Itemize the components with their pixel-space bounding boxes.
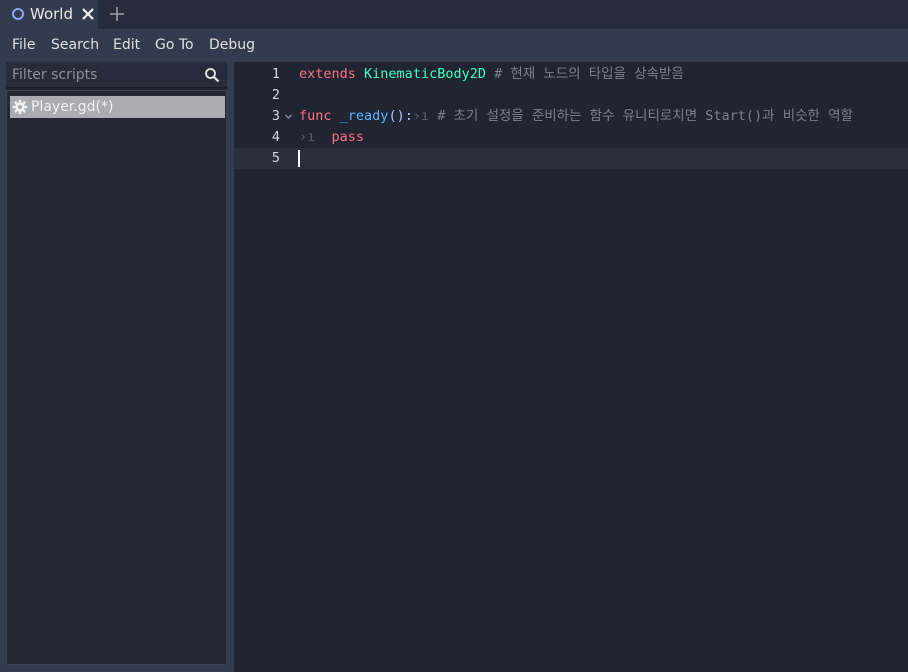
menu-search[interactable]: Search [51, 37, 99, 54]
line-number: 4 [271, 129, 280, 145]
code-line-2[interactable]: 2 [234, 85, 908, 106]
code-line-1[interactable]: 1 extends KinematicBody2D # 현재 노드의 타입을 상… [234, 64, 908, 85]
menu-bar: File Search Edit Go To Debug [0, 29, 908, 62]
scripts-panel: Player.gd(*) [6, 62, 227, 665]
code-text: extends KinematicBody2D # 현재 노드의 타입을 상속받… [299, 64, 684, 85]
script-list-item[interactable]: Player.gd(*) [10, 96, 225, 118]
keyword-extends: extends [299, 66, 356, 82]
menu-goto[interactable]: Go To [155, 37, 194, 54]
line-number: 1 [271, 66, 280, 82]
code-text: ›ı pass [299, 127, 364, 148]
code-text: func _ready():›ı # 초기 설정을 준비하는 함수 유니티로치면… [299, 106, 853, 127]
text-caret [298, 150, 300, 167]
code-line-3[interactable]: 3 func _ready():›ı # 초기 설정을 준비하는 함수 유니티로… [234, 106, 908, 127]
menu-debug[interactable]: Debug [209, 37, 255, 54]
gear-icon [12, 99, 28, 115]
menu-file[interactable]: File [12, 37, 35, 54]
function-name: _ready [339, 108, 389, 124]
scene-tab-bar: World [0, 0, 908, 29]
line-number: 5 [271, 150, 280, 166]
search-icon[interactable] [204, 67, 220, 83]
script-name: Player.gd(*) [31, 99, 114, 115]
code-line-5[interactable]: 5 [234, 148, 908, 169]
keyword-pass: pass [331, 129, 365, 145]
tab-marker-icon: ›ı [412, 108, 430, 124]
class-name: KinematicBody2D [364, 66, 486, 82]
filter-scripts-input[interactable] [6, 62, 202, 87]
line-number: 2 [271, 87, 280, 103]
tab-marker-icon: ›ı [299, 129, 316, 145]
add-tab-icon[interactable] [108, 5, 126, 23]
comment: # 초기 설정을 준비하는 함수 유니티로치면 Start()과 비슷한 역할 [437, 108, 853, 124]
line-number: 3 [271, 108, 280, 124]
tab-world[interactable]: World [0, 0, 98, 29]
fold-chevron-icon[interactable] [284, 112, 293, 121]
code-line-4[interactable]: 4 ›ı pass [234, 127, 908, 148]
node-circle-icon [12, 8, 24, 20]
menu-edit[interactable]: Edit [113, 37, 140, 54]
close-icon[interactable] [80, 6, 96, 22]
comment: # 현재 노드의 타입을 상속받음 [494, 66, 684, 82]
keyword-func: func [299, 108, 332, 124]
tab-label: World [30, 5, 73, 23]
script-list: Player.gd(*) [6, 90, 227, 665]
code-editor[interactable]: 1 extends KinematicBody2D # 현재 노드의 타입을 상… [234, 62, 908, 672]
function-parens: (): [388, 108, 413, 124]
filter-bar [6, 62, 227, 88]
